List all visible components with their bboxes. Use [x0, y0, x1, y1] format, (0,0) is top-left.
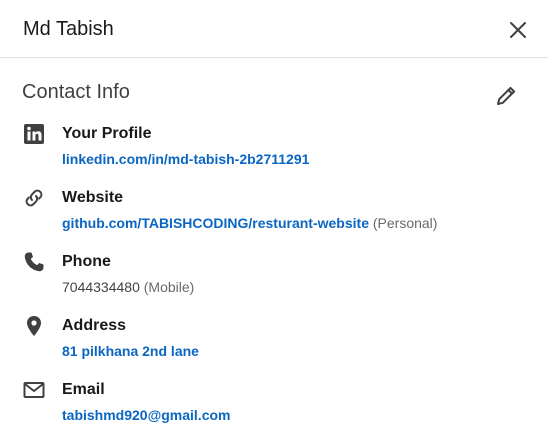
pencil-icon	[497, 86, 516, 105]
contact-item-website: Website github.com/TABISHCODING/resturan…	[0, 186, 548, 242]
contact-value: linkedin.com/in/md-tabish-2b2711291	[62, 150, 309, 168]
contact-label: Phone	[62, 253, 111, 270]
contact-item-phone: Phone 7044334480 (Mobile)	[0, 250, 548, 306]
phone-icon	[22, 250, 46, 274]
phone-type: (Mobile)	[143, 279, 195, 295]
link-icon	[22, 186, 46, 210]
profile-link[interactable]: linkedin.com/in/md-tabish-2b2711291	[62, 151, 309, 167]
contact-value: tabishmd920@gmail.com	[62, 406, 230, 424]
website-type: (Personal)	[372, 215, 438, 231]
close-icon	[510, 22, 526, 38]
modal-title: Md Tabish	[23, 18, 114, 40]
linkedin-icon	[22, 122, 46, 146]
email-link[interactable]: tabishmd920@gmail.com	[62, 407, 230, 423]
close-button[interactable]	[502, 14, 534, 46]
address-link[interactable]: 81 pilkhana 2nd lane	[62, 343, 199, 359]
contact-item-profile: Your Profile linkedin.com/in/md-tabish-2…	[0, 122, 548, 178]
contact-label: Your Profile	[62, 125, 152, 142]
section-title: Contact Info	[22, 81, 130, 103]
edit-contact-button[interactable]	[490, 80, 522, 112]
contact-label: Address	[62, 317, 127, 334]
contact-item-email: Email tabishmd920@gmail.com	[0, 378, 548, 434]
contact-label: Website	[62, 189, 124, 206]
contact-label: Email	[62, 381, 105, 398]
contact-value: 7044334480 (Mobile)	[62, 278, 194, 296]
modal-header: Md Tabish	[0, 0, 548, 58]
location-pin-icon	[22, 314, 46, 338]
envelope-icon	[22, 378, 46, 402]
contact-item-address: Address 81 pilkhana 2nd lane	[0, 314, 548, 370]
contact-value: github.com/TABISHCODING/resturant-websit…	[62, 214, 437, 232]
contact-value: 81 pilkhana 2nd lane	[62, 342, 199, 360]
website-link[interactable]: github.com/TABISHCODING/resturant-websit…	[62, 215, 369, 231]
phone-number: 7044334480	[62, 279, 140, 295]
